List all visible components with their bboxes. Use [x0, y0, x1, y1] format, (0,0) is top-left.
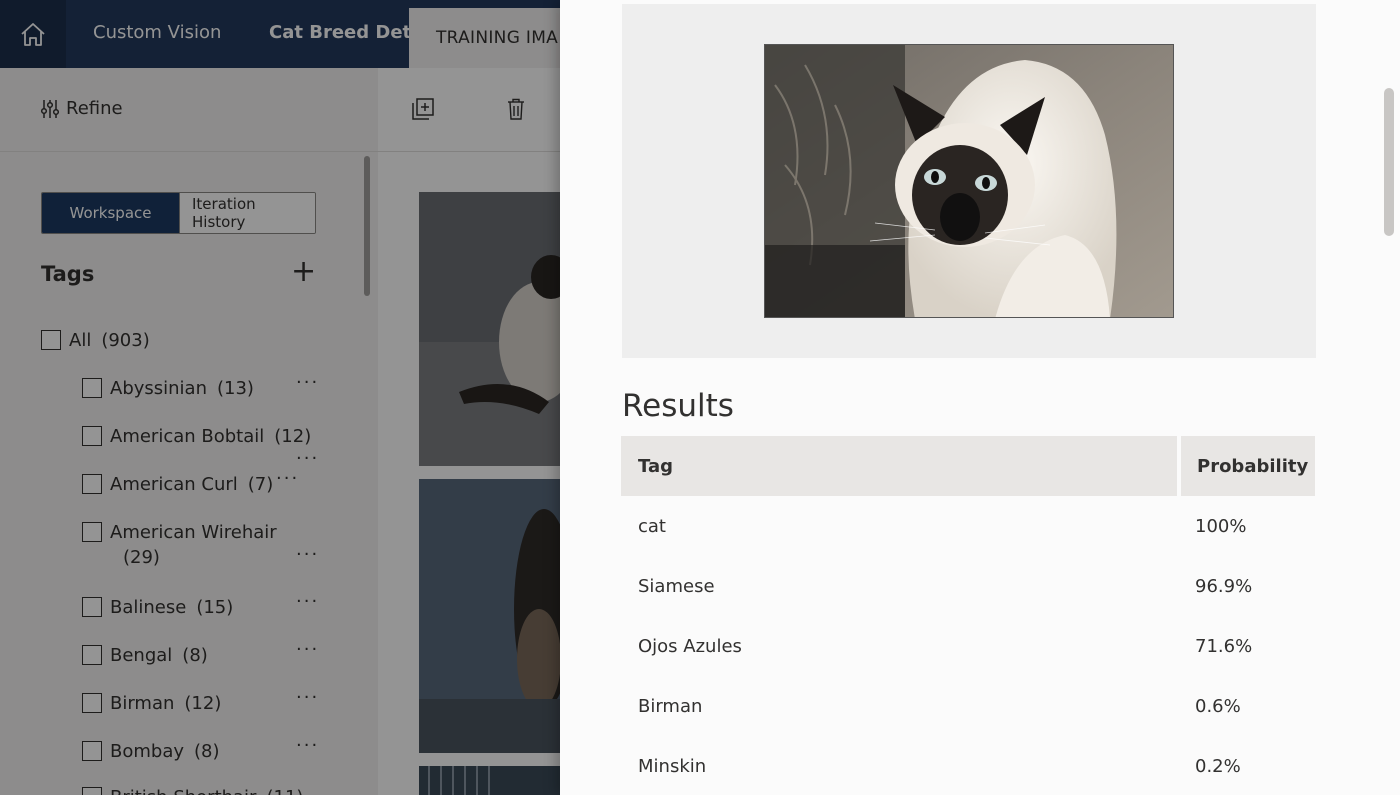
- result-tag: cat: [638, 515, 666, 537]
- table-row: Ojos Azules 71.6%: [621, 616, 1315, 676]
- result-tag: Ojos Azules: [638, 635, 742, 657]
- table-row: Minskin 0.2%: [621, 736, 1315, 795]
- result-probability: 0.6%: [1195, 695, 1241, 717]
- column-header-probability[interactable]: Probability: [1181, 436, 1315, 496]
- result-tag: Birman: [638, 695, 703, 717]
- table-row: cat 100%: [621, 496, 1315, 556]
- quick-test-panel: Results Tag Probability cat 100% Siamese…: [560, 0, 1400, 795]
- panel-scrollbar-thumb[interactable]: [1384, 88, 1394, 236]
- result-probability: 96.9%: [1195, 575, 1253, 597]
- test-image: [764, 44, 1174, 318]
- result-probability: 71.6%: [1195, 635, 1253, 657]
- column-header-tag[interactable]: Tag: [621, 436, 1177, 496]
- result-probability: 0.2%: [1195, 755, 1241, 777]
- table-row: Siamese 96.9%: [621, 556, 1315, 616]
- image-preview-area: [622, 4, 1316, 358]
- table-header: Tag Probability: [621, 436, 1315, 496]
- siamese-cat-photo: [765, 45, 1173, 317]
- result-tag: Minskin: [638, 755, 707, 777]
- results-table: Tag Probability cat 100% Siamese 96.9% O…: [621, 436, 1315, 795]
- results-heading: Results: [622, 388, 734, 424]
- result-probability: 100%: [1195, 515, 1247, 537]
- table-row: Birman 0.6%: [621, 676, 1315, 736]
- result-tag: Siamese: [638, 575, 715, 597]
